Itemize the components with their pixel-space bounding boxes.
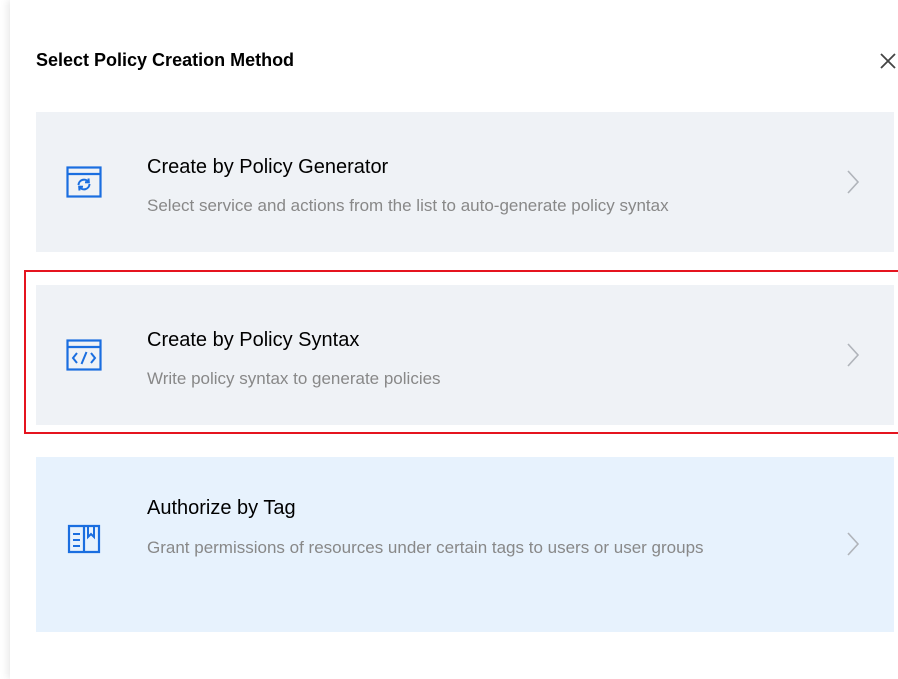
option-description: Select service and actions from the list… (147, 196, 669, 215)
close-icon[interactable] (876, 49, 898, 73)
option-authorize-by-tag[interactable]: Authorize by Tag Grant permissions of re… (36, 457, 894, 632)
option-title: Create by Policy Generator (147, 156, 389, 178)
option-policy-generator[interactable]: Create by Policy Generator Select servic… (36, 112, 894, 252)
chevron-right-icon (846, 169, 860, 195)
option-title: Create by Policy Syntax (147, 329, 360, 351)
tag-book-icon (66, 523, 102, 555)
code-syntax-icon (66, 339, 102, 371)
option-policy-syntax[interactable]: Create by Policy Syntax Write policy syn… (36, 285, 894, 425)
option-title: Authorize by Tag (147, 497, 296, 519)
chevron-right-icon (846, 531, 860, 557)
dialog-title: Select Policy Creation Method (36, 50, 295, 70)
option-description: Grant permissions of resources under cer… (147, 538, 704, 557)
policy-generator-icon (66, 166, 102, 198)
chevron-right-icon (846, 342, 860, 368)
option-description: Write policy syntax to generate policies (147, 369, 441, 388)
